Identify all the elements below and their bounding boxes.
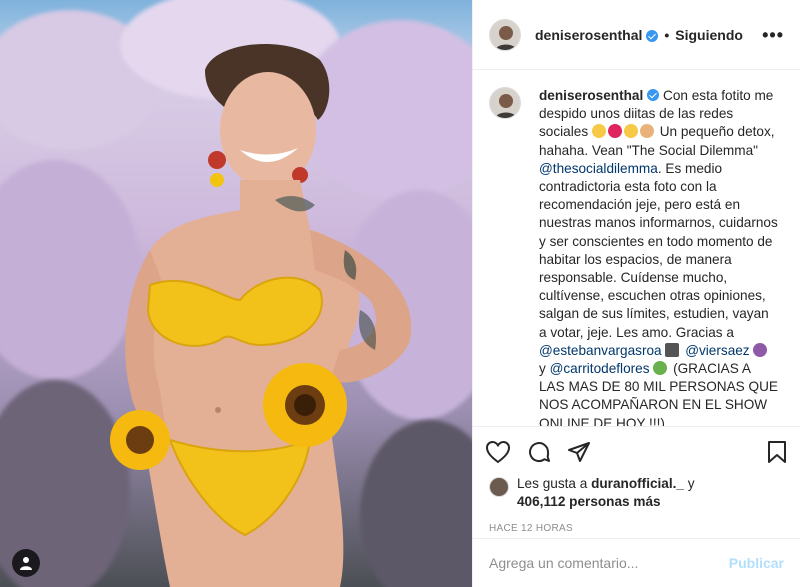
heart-icon[interactable] <box>485 440 511 464</box>
post-photo[interactable] <box>0 0 472 587</box>
user-tag-icon[interactable] <box>12 549 40 577</box>
post-timestamp[interactable]: HACE 12 HORAS <box>485 523 788 534</box>
separator-dot: • <box>664 26 670 43</box>
bookmark-icon[interactable] <box>766 440 788 464</box>
mention-link[interactable]: @estebanvargasroa <box>539 343 662 358</box>
mention-link[interactable]: @thesocialdilemma <box>539 161 658 176</box>
mention-link[interactable]: @viersaez <box>685 343 749 358</box>
likes-conjunction: y <box>687 476 695 491</box>
verified-badge-icon <box>646 29 659 42</box>
verified-badge-icon <box>647 89 660 101</box>
caption-username[interactable]: deniserosenthal <box>539 88 643 103</box>
action-icons-row <box>485 437 788 467</box>
likes-summary: Les gusta a duranofficial._ y 406,112 pe… <box>485 475 788 511</box>
mention-link[interactable]: @carritodeflores <box>550 361 650 376</box>
sad-face-icon <box>623 124 638 139</box>
more-options-icon[interactable]: ••• <box>762 26 784 44</box>
avatar-image <box>490 88 520 118</box>
comment-input[interactable] <box>489 555 729 571</box>
comment-icon[interactable] <box>527 440 551 464</box>
grinning-face-icon <box>591 124 606 139</box>
red-heart-icon <box>607 124 622 139</box>
person-gesturing-icon <box>753 342 768 357</box>
share-icon[interactable] <box>567 440 591 464</box>
post-actions: Les gusta a duranofficial._ y 406,112 pe… <box>473 426 800 534</box>
publish-button[interactable]: Publicar <box>729 555 784 571</box>
comment-form: Publicar <box>473 538 800 587</box>
post-container: deniserosenthal • Siguiendo ••• denisero… <box>0 0 800 587</box>
user-silhouette-icon <box>20 557 32 570</box>
folded-hands-icon <box>639 124 654 139</box>
liker-avatar[interactable] <box>489 477 509 497</box>
following-button[interactable]: Siguiendo <box>675 27 743 43</box>
avatar[interactable] <box>489 18 521 51</box>
camera-icon <box>665 342 680 357</box>
likes-prefix: Les gusta a <box>517 476 588 491</box>
likes-count[interactable]: 406,112 personas más <box>517 494 661 509</box>
person-figure <box>110 43 412 587</box>
caption-segment: . Es medio contradictoria esta foto con … <box>539 160 778 340</box>
avatar-image <box>490 19 520 50</box>
caption-segment: y <box>539 361 546 377</box>
avatar[interactable] <box>489 87 521 119</box>
caption-area: deniserosenthal Con esta fotito me despi… <box>473 71 800 426</box>
bouquet-icon <box>653 361 668 376</box>
liker-username[interactable]: duranofficial._ <box>591 476 684 491</box>
post-side-panel: deniserosenthal • Siguiendo ••• denisero… <box>472 0 800 587</box>
caption-text: deniserosenthal Con esta fotito me despi… <box>539 87 779 426</box>
likes-text: Les gusta a duranofficial._ y 406,112 pe… <box>517 475 695 511</box>
post-header: deniserosenthal • Siguiendo ••• <box>473 0 800 70</box>
header-username[interactable]: deniserosenthal <box>535 27 642 43</box>
